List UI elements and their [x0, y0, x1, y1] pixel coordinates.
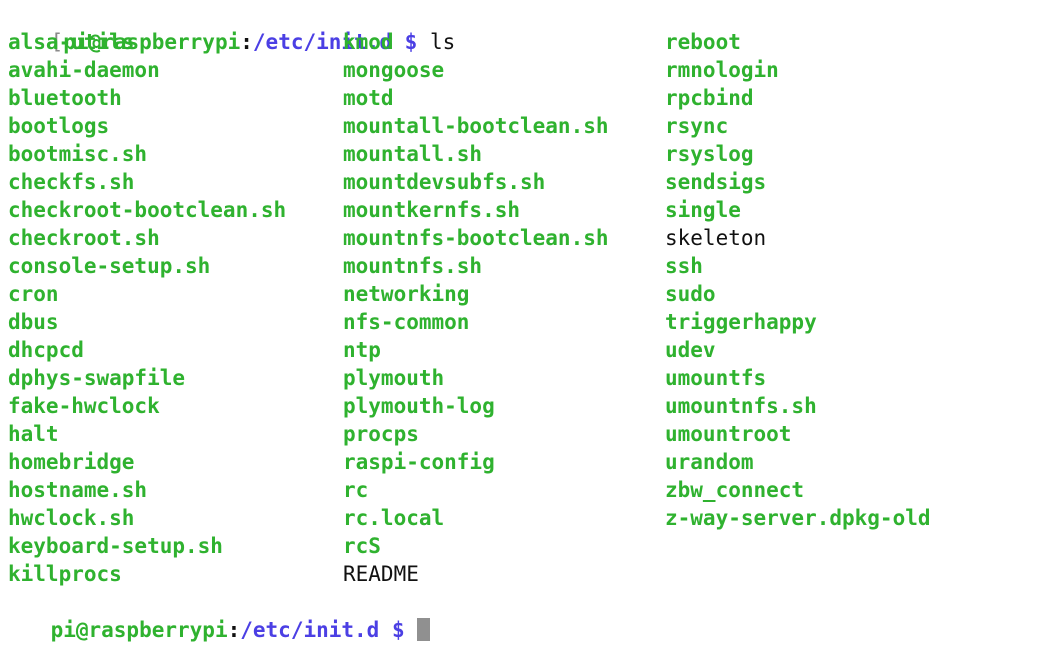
file-entry: dbus	[8, 310, 59, 334]
file-entry: sendsigs	[665, 170, 767, 194]
file-entry: umountroot	[665, 422, 792, 446]
listing-row: dbus nfs-common triggerhappy	[0, 308, 1048, 336]
file-entry: triggerhappy	[665, 310, 817, 334]
file-entry: bootmisc.sh	[8, 142, 148, 166]
listing-row: checkroot.sh mountnfs-bootclean.sh skeleto…	[0, 224, 1048, 252]
file-entry: ntp	[343, 338, 381, 362]
file-entry: checkroot-bootclean.sh	[8, 198, 287, 222]
file-listing: alsa-utils kmod reboot avahi-daemon mongoose…	[0, 28, 1048, 588]
command-prompt-line-top: [pi@raspberrypi:/etc/init.d $ ls	[0, 0, 1048, 54]
file-entry: plymouth-log	[343, 394, 495, 418]
file-entry: mountkernfs.sh	[343, 198, 521, 222]
file-entry: mountall-bootclean.sh	[343, 114, 609, 138]
file-entry: rsyslog	[665, 142, 754, 166]
file-entry: kmod	[343, 30, 394, 54]
file-entry: README	[343, 562, 419, 586]
file-entry: console-setup.sh	[8, 254, 211, 278]
listing-row: bootmisc.sh mountall.sh rsyslog	[0, 140, 1048, 168]
listing-row: bootlogs mountall-bootclean.sh rsync	[0, 112, 1048, 140]
listing-row: hostname.sh rc zbw_connect	[0, 476, 1048, 504]
file-entry: cron	[8, 282, 59, 306]
file-entry: rpcbind	[665, 86, 754, 110]
file-entry: sudo	[665, 282, 716, 306]
file-entry: z-way-server.dpkg-old	[665, 506, 931, 530]
file-entry: mountdevsubfs.sh	[343, 170, 546, 194]
listing-row: homebridge raspi-config urandom	[0, 448, 1048, 476]
file-entry: killprocs	[8, 562, 122, 586]
listing-row: killprocs README	[0, 560, 1048, 588]
terminal-window[interactable]: [pi@raspberrypi:/etc/init.d $ ls alsa-ut…	[0, 0, 1048, 642]
listing-row: keyboard-setup.sh rcS	[0, 532, 1048, 560]
file-entry: rcS	[343, 534, 381, 558]
prompt-colon: :	[227, 618, 241, 642]
file-entry: rsync	[665, 114, 729, 138]
file-entry: procps	[343, 422, 419, 446]
file-entry: raspi-config	[343, 450, 495, 474]
file-entry: networking	[343, 282, 470, 306]
file-entry: umountnfs.sh	[665, 394, 817, 418]
file-entry: mountall.sh	[343, 142, 483, 166]
prompt-path: /etc/init.d	[240, 618, 380, 642]
file-entry: dhcpcd	[8, 338, 84, 362]
file-entry: skeleton	[665, 226, 767, 250]
listing-row: avahi-daemon mongoose rmnologin	[0, 56, 1048, 84]
listing-row: console-setup.sh mountnfs.sh ssh	[0, 252, 1048, 280]
file-entry: rc.local	[343, 506, 445, 530]
file-entry: umountfs	[665, 366, 767, 390]
prompt-user-host: pi@raspberrypi	[50, 618, 228, 642]
listing-row: cron networking sudo	[0, 280, 1048, 308]
file-entry: fake-hwclock	[8, 394, 160, 418]
listing-row: hwclock.sh rc.local z-way-server.dpkg-old	[0, 504, 1048, 532]
listing-row: checkroot-bootclean.sh mountkernfs.sh sing…	[0, 196, 1048, 224]
file-entry: rmnologin	[665, 58, 779, 82]
listing-row: alsa-utils kmod reboot	[0, 28, 1048, 56]
file-entry: udev	[665, 338, 716, 362]
file-entry: dphys-swapfile	[8, 366, 186, 390]
file-entry: hostname.sh	[8, 478, 148, 502]
prompt-dollar-sign: $	[391, 618, 405, 642]
file-entry: checkroot.sh	[8, 226, 160, 250]
file-entry: keyboard-setup.sh	[8, 534, 223, 558]
listing-row: checkfs.sh mountdevsubfs.sh sendsigs	[0, 168, 1048, 196]
command-input[interactable]	[405, 618, 418, 642]
listing-row: dphys-swapfile plymouth umountfs	[0, 364, 1048, 392]
file-entry: mountnfs-bootclean.sh	[343, 226, 609, 250]
file-entry: mongoose	[343, 58, 445, 82]
file-entry: avahi-daemon	[8, 58, 160, 82]
file-entry: bootlogs	[8, 114, 110, 138]
file-entry: single	[665, 198, 741, 222]
file-entry: homebridge	[8, 450, 135, 474]
file-entry: ssh	[665, 254, 703, 278]
file-entry: rc	[343, 478, 369, 502]
file-entry: reboot	[665, 30, 741, 54]
file-entry: motd	[343, 86, 394, 110]
file-entry: hwclock.sh	[8, 506, 135, 530]
file-entry: urandom	[665, 450, 754, 474]
listing-row: bluetooth motd rpcbind	[0, 84, 1048, 112]
listing-row: fake-hwclock plymouth-log umountnfs.sh	[0, 392, 1048, 420]
file-entry: checkfs.sh	[8, 170, 135, 194]
file-entry: nfs-common	[343, 310, 470, 334]
file-entry: mountnfs.sh	[343, 254, 483, 278]
listing-row: halt procps umountroot	[0, 420, 1048, 448]
command-prompt-line-bottom[interactable]: pi@raspberrypi:/etc/init.d $	[0, 588, 1048, 642]
file-entry: bluetooth	[8, 86, 122, 110]
file-entry: plymouth	[343, 366, 445, 390]
file-entry: zbw_connect	[665, 478, 805, 502]
listing-row: dhcpcd ntp udev	[0, 336, 1048, 364]
file-entry: alsa-utils	[8, 30, 135, 54]
file-entry: halt	[8, 422, 59, 446]
